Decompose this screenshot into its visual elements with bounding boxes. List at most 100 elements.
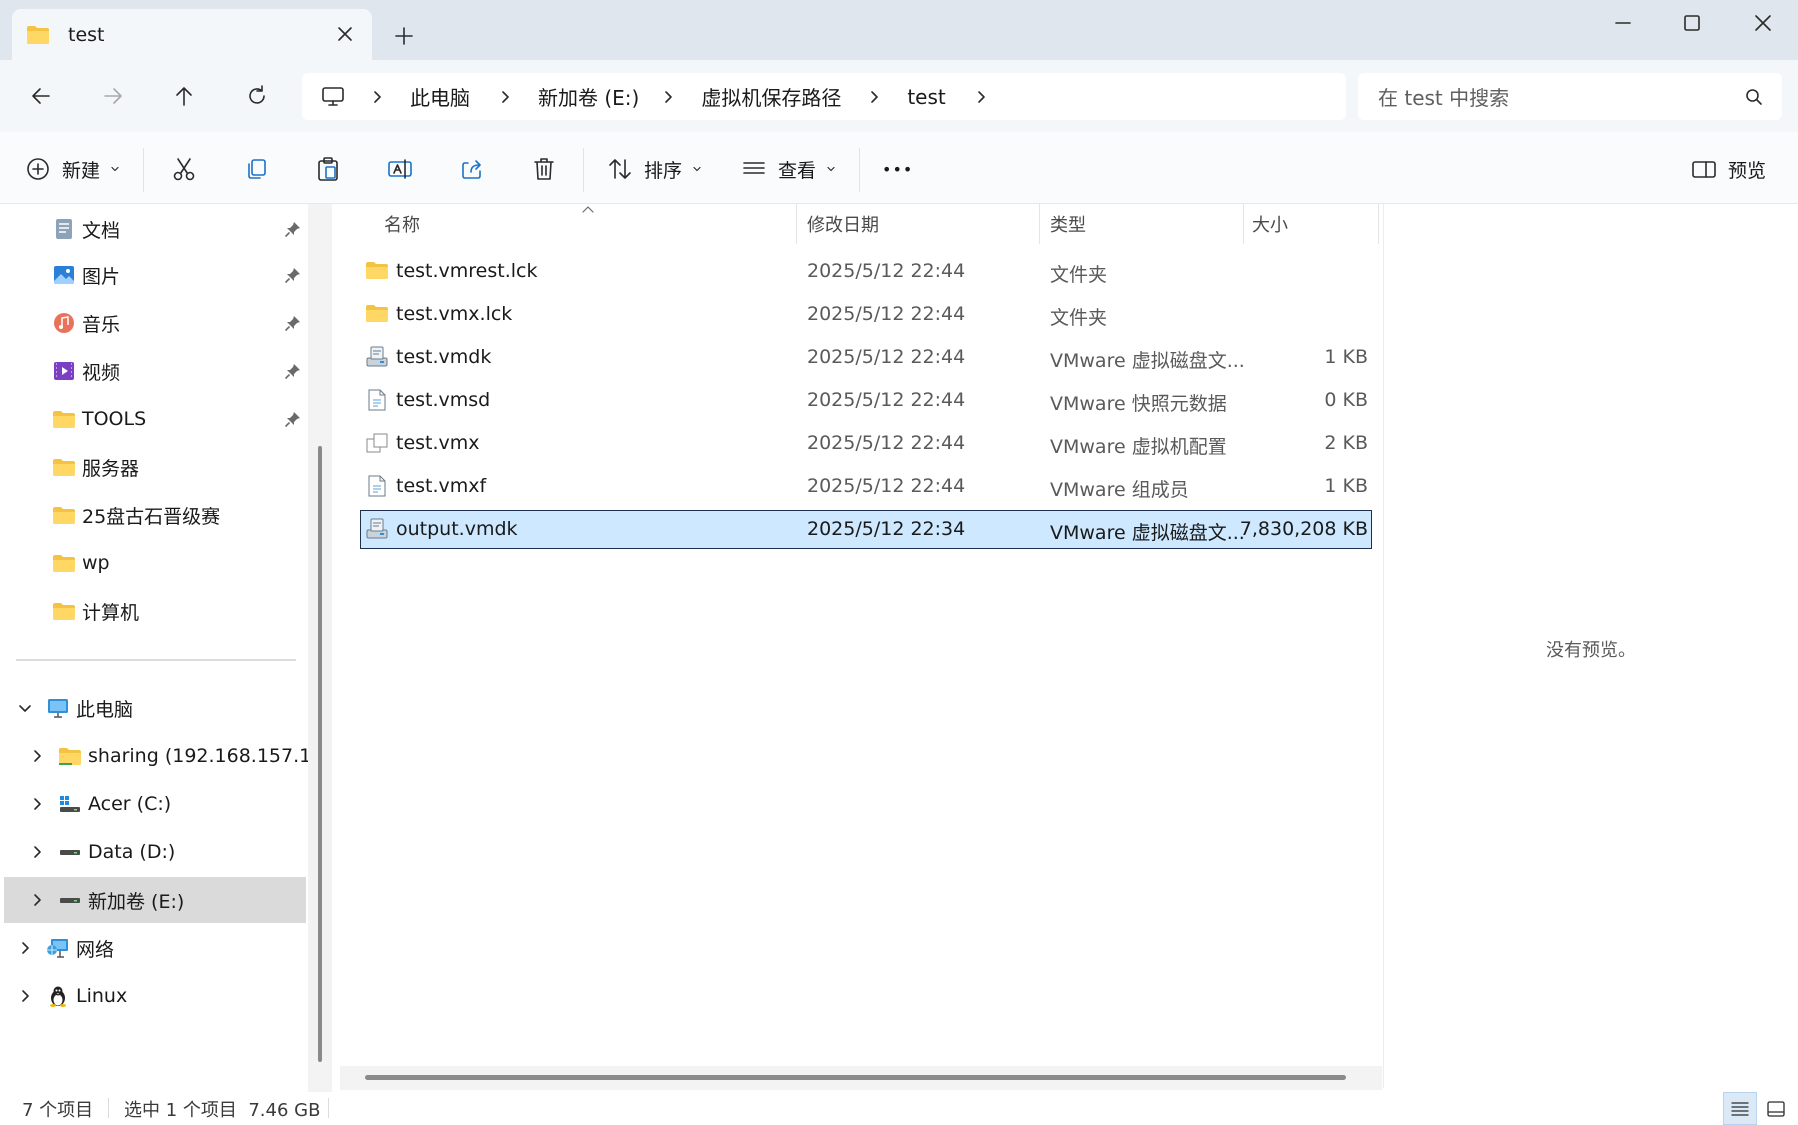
breadcrumb-vm-folder[interactable]: 虚拟机保存路径 — [701, 82, 841, 111]
sidebar-item-computer[interactable]: 计算机 — [0, 588, 306, 634]
address-bar[interactable]: 此电脑 新加卷 (E:) 虚拟机保存路径 test — [302, 73, 1346, 120]
search-box[interactable]: 在 test 中搜索 — [1358, 73, 1782, 120]
column-resize-handle[interactable] — [1039, 204, 1040, 244]
sidebar-item-drive-e[interactable]: 新加卷 (E:) — [4, 877, 306, 923]
folder-icon — [26, 25, 50, 45]
chevron-right-icon[interactable] — [661, 90, 675, 104]
pin-icon[interactable] — [284, 410, 302, 428]
file-row[interactable]: test.vmdk 2025/5/12 22:44 VMware 虚拟磁盘文..… — [360, 338, 1372, 377]
column-resize-handle[interactable] — [1243, 204, 1244, 244]
copy-button[interactable] — [242, 154, 270, 184]
breadcrumb-test[interactable]: test — [907, 85, 945, 109]
folder-icon — [52, 503, 76, 527]
new-tab-icon[interactable] — [392, 24, 416, 48]
paste-button[interactable] — [314, 154, 342, 184]
breadcrumb-this-pc[interactable]: 此电脑 — [410, 82, 470, 111]
chevron-right-icon[interactable] — [30, 749, 44, 763]
sidebar-item-servers[interactable]: 服务器 — [0, 444, 306, 490]
file-row[interactable]: test.vmx 2025/5/12 22:44 VMware 虚拟机配置 2 … — [360, 424, 1372, 463]
new-button[interactable]: 新建 — [24, 154, 120, 184]
column-resize-handle[interactable] — [796, 204, 797, 244]
command-bar: 新建 排序 查看 ••• 预览 — [0, 132, 1798, 204]
minimize-icon[interactable] — [1612, 12, 1634, 34]
sidebar-scrollbar[interactable] — [318, 446, 322, 1062]
tab-test[interactable]: test — [12, 9, 372, 60]
sidebar-item-label: Acer (C:) — [88, 793, 172, 815]
preview-pane-button[interactable]: 预览 — [1690, 154, 1766, 184]
delete-button[interactable] — [530, 154, 558, 184]
close-window-icon[interactable] — [1752, 12, 1774, 34]
sidebar-item-pictures[interactable]: 图片 — [0, 252, 306, 298]
sidebar-item-this-pc[interactable]: 此电脑 — [0, 685, 306, 731]
drive-icon — [58, 840, 82, 864]
more-options-button[interactable]: ••• — [882, 154, 913, 184]
chevron-down-icon[interactable] — [18, 701, 32, 715]
pin-icon[interactable] — [284, 266, 302, 284]
sidebar-item-label: 此电脑 — [76, 698, 134, 721]
navigation-bar: 此电脑 新加卷 (E:) 虚拟机保存路径 test 在 test 中搜索 — [0, 60, 1798, 132]
sort-button[interactable]: 排序 — [606, 154, 702, 184]
search-icon[interactable] — [1744, 87, 1764, 107]
sidebar-item-label: 图片 — [82, 265, 121, 288]
pin-icon[interactable] — [284, 220, 302, 238]
share-button[interactable] — [458, 154, 486, 184]
refresh-icon[interactable] — [243, 82, 271, 110]
pin-icon[interactable] — [284, 314, 302, 332]
sidebar-item-documents[interactable]: 文档 — [0, 206, 306, 252]
sidebar-item-network[interactable]: 网络 — [0, 925, 306, 971]
chevron-right-icon[interactable] — [370, 90, 384, 104]
pin-icon[interactable] — [284, 362, 302, 380]
sidebar-item-drive-c[interactable]: Acer (C:) — [0, 781, 306, 827]
sort-icon — [606, 155, 634, 183]
chevron-right-icon[interactable] — [498, 90, 512, 104]
preview-pane-icon — [1690, 155, 1718, 183]
chevron-right-icon[interactable] — [18, 941, 32, 955]
sidebar-item-pangu[interactable]: 25盘古石晋级赛 — [0, 492, 306, 538]
column-resize-handle[interactable] — [1378, 204, 1379, 244]
chevron-right-icon[interactable] — [867, 90, 881, 104]
view-button[interactable]: 查看 — [740, 154, 836, 184]
sidebar-item-drive-d[interactable]: Data (D:) — [0, 829, 306, 875]
cut-button[interactable] — [170, 154, 198, 184]
details-view-button[interactable] — [1723, 1092, 1757, 1125]
large-icons-view-button[interactable] — [1759, 1092, 1793, 1125]
sidebar-item-label: 计算机 — [82, 601, 140, 624]
file-row[interactable]: test.vmsd 2025/5/12 22:44 VMware 快照元数据 0… — [360, 381, 1372, 420]
sidebar-item-tools[interactable]: TOOLS — [0, 396, 306, 442]
up-icon[interactable] — [170, 82, 198, 110]
file-type: 文件夹 — [1050, 307, 1108, 329]
horizontal-scrollbar[interactable] — [365, 1075, 1346, 1080]
search-input[interactable]: 在 test 中搜索 — [1378, 82, 1744, 111]
chevron-right-icon[interactable] — [30, 893, 44, 907]
close-tab-icon[interactable] — [334, 23, 356, 45]
sidebar-item-label: TOOLS — [82, 408, 147, 430]
file-row[interactable]: test.vmxf 2025/5/12 22:44 VMware 组成员 1 K… — [360, 467, 1372, 506]
column-header-size[interactable]: 大小 — [1252, 204, 1288, 244]
file-row[interactable]: test.vmx.lck 2025/5/12 22:44 文件夹 — [360, 295, 1372, 334]
back-icon[interactable] — [27, 82, 55, 110]
forward-icon[interactable] — [99, 82, 127, 110]
column-header-type[interactable]: 类型 — [1050, 204, 1086, 244]
column-header-name[interactable]: 名称 — [384, 204, 420, 244]
column-header-date[interactable]: 修改日期 — [807, 204, 879, 244]
sidebar-item-videos[interactable]: 视频 — [0, 348, 306, 394]
maximize-icon[interactable] — [1681, 12, 1703, 34]
scissors-icon — [170, 155, 198, 183]
pictures-icon — [52, 263, 76, 287]
copy-icon — [242, 155, 270, 183]
status-divider — [328, 1098, 329, 1118]
chevron-right-icon[interactable] — [30, 845, 44, 859]
file-row[interactable]: test.vmrest.lck 2025/5/12 22:44 文件夹 — [360, 252, 1372, 291]
rename-button[interactable] — [386, 154, 414, 184]
chevron-right-icon[interactable] — [18, 989, 32, 1003]
chevron-right-icon[interactable] — [30, 797, 44, 811]
file-row-selected[interactable]: output.vmdk 2025/5/12 22:34 VMware 虚拟磁盘文… — [360, 510, 1372, 549]
sidebar-item-music[interactable]: 音乐 — [0, 300, 306, 346]
sidebar-item-linux[interactable]: Linux — [0, 973, 306, 1019]
list-view-icon — [740, 155, 768, 183]
sidebar-item-wp[interactable]: wp — [0, 540, 306, 586]
sidebar-item-sharing[interactable]: sharing (192.168.157.1) — [0, 733, 319, 779]
file-name: test.vmrest.lck — [396, 260, 538, 282]
breadcrumb-drive-e[interactable]: 新加卷 (E:) — [538, 82, 639, 111]
chevron-right-icon[interactable] — [974, 90, 988, 104]
